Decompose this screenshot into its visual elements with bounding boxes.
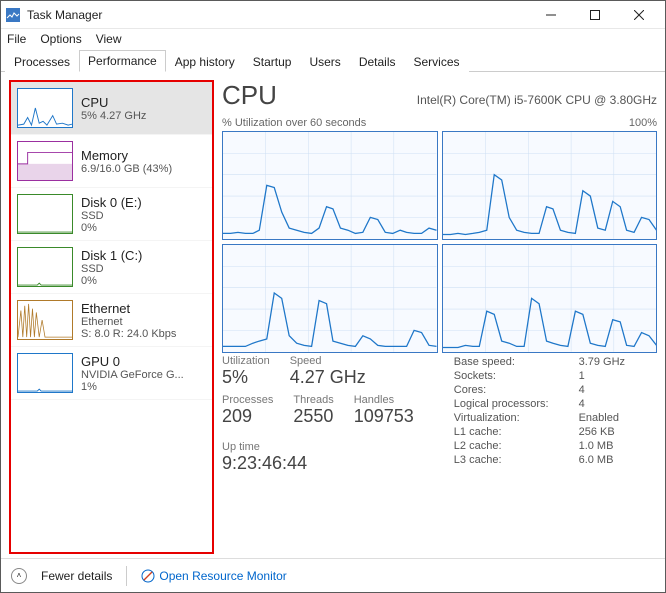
uptime-value: 9:23:46:44 xyxy=(222,453,414,474)
sidebar-eth-sub2: S: 8.0 R: 24.0 Kbps xyxy=(81,328,176,340)
spec-key: L3 cache: xyxy=(454,453,579,467)
cpu-thumb xyxy=(17,88,73,128)
tab-startup[interactable]: Startup xyxy=(244,51,301,72)
spec-key: Virtualization: xyxy=(454,411,579,425)
spec-key: Sockets: xyxy=(454,369,579,383)
sidebar-eth-label: Ethernet xyxy=(81,301,176,316)
menu-bar: File Options View xyxy=(1,29,665,49)
spec-key: L2 cache: xyxy=(454,439,579,453)
tab-processes[interactable]: Processes xyxy=(5,51,79,72)
processes-value: 209 xyxy=(222,406,273,427)
disk0-thumb xyxy=(17,194,73,234)
cpu-charts xyxy=(222,131,657,341)
menu-options[interactable]: Options xyxy=(40,32,81,46)
sidebar-memory-label: Memory xyxy=(81,148,172,163)
cpu-name: Intel(R) Core(TM) i5-7600K CPU @ 3.80GHz xyxy=(295,93,657,107)
sidebar-cpu-sub: 5% 4.27 GHz xyxy=(81,110,146,122)
uptime-label: Up time xyxy=(222,441,414,453)
spec-val: 1 xyxy=(579,369,625,383)
sidebar-disk0-sub1: SSD xyxy=(81,210,142,222)
threads-value: 2550 xyxy=(293,406,333,427)
sidebar-disk0-label: Disk 0 (E:) xyxy=(81,195,142,210)
disk1-thumb xyxy=(17,247,73,287)
app-icon xyxy=(5,7,21,23)
tab-users[interactable]: Users xyxy=(300,51,349,72)
spec-val: 4 xyxy=(579,383,625,397)
sidebar-item-gpu[interactable]: GPU 0 NVIDIA GeForce G... 1% xyxy=(11,347,212,400)
tab-services[interactable]: Services xyxy=(405,51,469,72)
sidebar-item-memory[interactable]: Memory 6.9/16.0 GB (43%) xyxy=(11,135,212,188)
gpu-thumb xyxy=(17,353,73,393)
resmon-icon xyxy=(141,569,155,583)
spec-key: Logical processors: xyxy=(454,397,579,411)
maximize-button[interactable] xyxy=(573,1,617,29)
sidebar-disk0-sub2: 0% xyxy=(81,222,142,234)
spec-key: Base speed: xyxy=(454,355,579,369)
spec-val: 3.79 GHz xyxy=(579,355,625,369)
sidebar-cpu-label: CPU xyxy=(81,95,146,110)
core-chart-0 xyxy=(222,131,438,240)
utilization-value: 5% xyxy=(222,367,270,388)
specs-table: Base speed:3.79 GHz Sockets:1 Cores:4 Lo… xyxy=(454,355,625,467)
spec-val: 1.0 MB xyxy=(579,439,625,453)
utilization-label: Utilization xyxy=(222,355,270,367)
sidebar-item-disk1[interactable]: Disk 1 (C:) SSD 0% xyxy=(11,241,212,294)
main-panel: CPU Intel(R) Core(TM) i5-7600K CPU @ 3.8… xyxy=(222,80,657,554)
speed-value: 4.27 GHz xyxy=(290,367,366,388)
sidebar-disk1-sub2: 0% xyxy=(81,275,142,287)
spec-val: 6.0 MB xyxy=(579,453,625,467)
tab-details[interactable]: Details xyxy=(350,51,405,72)
minimize-button[interactable] xyxy=(529,1,573,29)
sidebar-gpu-label: GPU 0 xyxy=(81,354,184,369)
core-chart-2 xyxy=(222,244,438,353)
handles-label: Handles xyxy=(354,394,414,406)
handles-value: 109753 xyxy=(354,406,414,427)
sidebar-disk1-sub1: SSD xyxy=(81,263,142,275)
sidebar-gpu-sub2: 1% xyxy=(81,381,184,393)
sidebar-eth-sub1: Ethernet xyxy=(81,316,176,328)
spec-key: L1 cache: xyxy=(454,425,579,439)
core-chart-1 xyxy=(442,131,658,240)
spec-key: Cores: xyxy=(454,383,579,397)
resmon-label: Open Resource Monitor xyxy=(159,569,286,583)
tab-bar: Processes Performance App history Startu… xyxy=(1,49,665,72)
processes-label: Processes xyxy=(222,394,273,406)
ethernet-thumb xyxy=(17,300,73,340)
spec-val: 4 xyxy=(579,397,625,411)
sidebar-gpu-sub1: NVIDIA GeForce G... xyxy=(81,369,184,381)
menu-view[interactable]: View xyxy=(96,32,122,46)
tab-performance[interactable]: Performance xyxy=(79,50,166,72)
divider xyxy=(126,566,127,586)
sidebar-disk1-label: Disk 1 (C:) xyxy=(81,248,142,263)
spec-val: Enabled xyxy=(579,411,625,425)
speed-label: Speed xyxy=(290,355,366,367)
tab-app-history[interactable]: App history xyxy=(166,51,244,72)
resource-sidebar: CPU 5% 4.27 GHz Memory 6.9/16.0 GB (43%)… xyxy=(9,80,214,554)
close-button[interactable] xyxy=(617,1,661,29)
page-title: CPU xyxy=(222,80,277,111)
fewer-details-link[interactable]: Fewer details xyxy=(41,569,112,583)
sidebar-item-cpu[interactable]: CPU 5% 4.27 GHz xyxy=(11,82,212,135)
sidebar-memory-sub: 6.9/16.0 GB (43%) xyxy=(81,163,172,175)
spec-val: 256 KB xyxy=(579,425,625,439)
footer: ˄ Fewer details Open Resource Monitor xyxy=(1,558,665,592)
core-chart-3 xyxy=(442,244,658,353)
window-title: Task Manager xyxy=(27,8,529,22)
memory-thumb xyxy=(17,141,73,181)
chevron-up-icon[interactable]: ˄ xyxy=(11,568,27,584)
open-resource-monitor-link[interactable]: Open Resource Monitor xyxy=(141,569,286,583)
chart-max-label: 100% xyxy=(629,117,657,129)
threads-label: Threads xyxy=(293,394,333,406)
menu-file[interactable]: File xyxy=(7,32,26,46)
sidebar-item-ethernet[interactable]: Ethernet Ethernet S: 8.0 R: 24.0 Kbps xyxy=(11,294,212,347)
chart-axis-label: % Utilization over 60 seconds xyxy=(222,117,366,129)
sidebar-item-disk0[interactable]: Disk 0 (E:) SSD 0% xyxy=(11,188,212,241)
title-bar: Task Manager xyxy=(1,1,665,29)
